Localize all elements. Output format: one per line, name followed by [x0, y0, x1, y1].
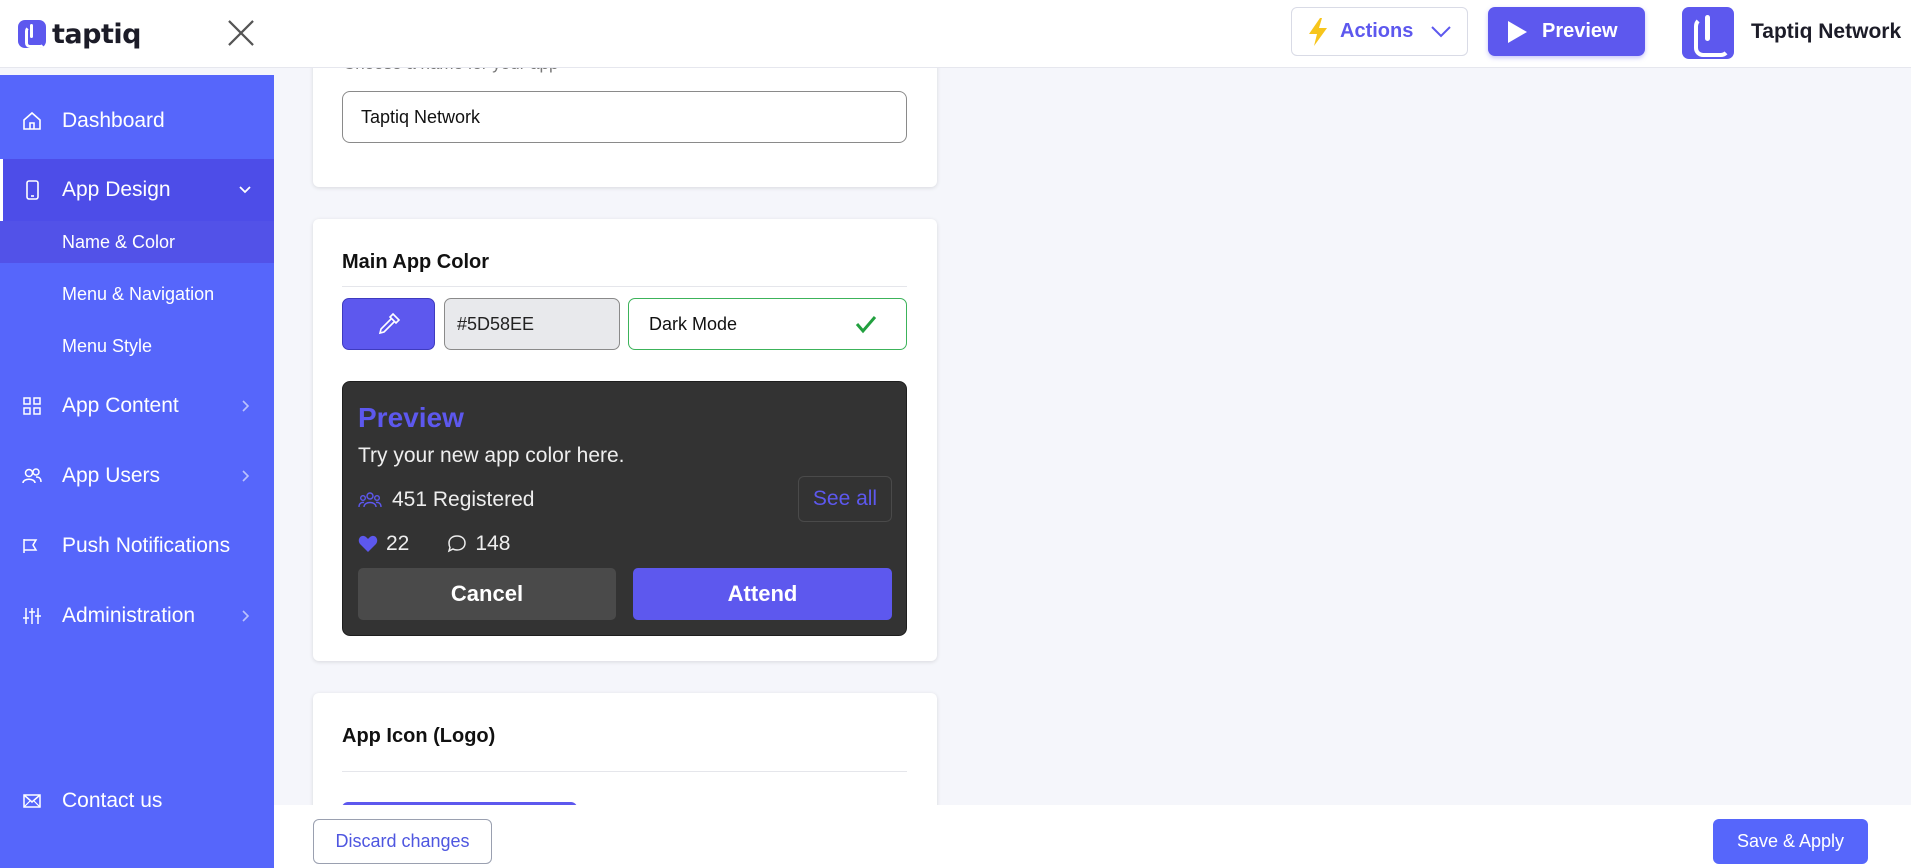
sidebar-item-administration[interactable]: Administration	[0, 585, 274, 647]
checkmark-icon	[855, 316, 877, 334]
mail-icon	[23, 794, 41, 808]
actions-dropdown-button[interactable]: Actions	[1291, 7, 1468, 56]
chevron-right-icon	[242, 610, 250, 622]
likes-count: 22	[386, 532, 410, 555]
comment-icon	[448, 535, 467, 553]
preview-title: Preview	[358, 402, 464, 433]
sliders-icon	[23, 608, 41, 624]
main-color-divider	[342, 286, 907, 287]
sidebar-item-label: App Users	[62, 464, 161, 487]
preview-subtitle: Try your new app color here.	[358, 444, 625, 467]
sidebar-item-app-content[interactable]: App Content	[0, 375, 274, 437]
header-mask	[274, 0, 1911, 68]
sidebar-item-label: Push Notifications	[62, 534, 231, 557]
megaphone-icon	[23, 539, 38, 553]
discard-changes-button[interactable]: Discard changes	[313, 819, 492, 864]
account-avatar[interactable]	[1682, 7, 1734, 59]
preview-label: Preview	[1542, 20, 1618, 42]
sidebar-item-label: Dashboard	[62, 109, 165, 132]
likes-stat: 22	[358, 532, 409, 556]
sidebar-item-app-design[interactable]: App Design	[0, 159, 274, 221]
preview-stats: 22 148	[358, 532, 548, 556]
sidebar-subitem-menu-navigation[interactable]: Menu & Navigation	[0, 273, 274, 315]
actions-label: Actions	[1340, 20, 1414, 42]
registered-count: 451 Registered	[358, 488, 534, 512]
home-icon	[23, 111, 41, 130]
app-icon-title: App Icon (Logo)	[342, 725, 496, 747]
sidebar-item-dashboard[interactable]: Dashboard	[0, 90, 274, 152]
logo-text: taptiq	[52, 18, 141, 50]
grid-icon	[23, 397, 41, 415]
sidebar-item-label: App Content	[62, 394, 179, 417]
dark-mode-toggle[interactable]: Dark Mode	[628, 298, 907, 350]
close-sidebar-button[interactable]	[224, 16, 258, 50]
chevron-right-icon	[242, 400, 250, 412]
footer-bar	[274, 805, 1911, 868]
registered-label: 451 Registered	[392, 488, 535, 511]
chevron-down-icon	[239, 186, 251, 194]
close-icon	[228, 20, 254, 46]
app-icon-divider	[342, 771, 907, 772]
chevron-right-icon	[242, 470, 250, 482]
sidebar: Dashboard App Design Name & Color Menu &…	[0, 75, 274, 868]
color-preview-panel: Preview Try your new app color here. 451…	[342, 381, 907, 636]
preview-attend-button[interactable]: Attend	[633, 568, 892, 620]
preview-button[interactable]: Preview	[1488, 7, 1645, 56]
phone-icon	[26, 180, 39, 200]
lightning-icon	[1309, 17, 1327, 46]
sidebar-subitem-label: Menu Style	[62, 335, 153, 356]
comments-stat: 148	[447, 532, 510, 556]
hex-color-input[interactable]	[444, 298, 620, 350]
app-name-input[interactable]	[342, 91, 907, 143]
preview-cancel-button[interactable]: Cancel	[358, 568, 616, 620]
color-picker-button[interactable]	[342, 298, 435, 350]
account-name[interactable]: Taptiq Network	[1751, 20, 1901, 44]
sidebar-subitem-name-color[interactable]: Name & Color	[0, 221, 274, 263]
sidebar-item-label: Contact us	[62, 789, 163, 812]
see-all-button[interactable]: See all	[798, 476, 892, 522]
comments-count: 148	[475, 532, 511, 555]
sidebar-item-label: App Design	[62, 178, 171, 201]
sidebar-item-contact-us[interactable]: Contact us	[0, 770, 274, 832]
group-icon	[358, 492, 382, 508]
sidebar-subitem-menu-style[interactable]: Menu Style	[0, 325, 274, 367]
dark-mode-label: Dark Mode	[649, 313, 738, 334]
save-apply-button[interactable]: Save & Apply	[1713, 819, 1868, 864]
sidebar-subitem-label: Name & Color	[62, 231, 176, 252]
users-icon	[22, 468, 42, 484]
sidebar-item-push-notifications[interactable]: Push Notifications	[0, 515, 274, 577]
heart-icon	[358, 535, 378, 552]
eyedropper-icon	[378, 312, 400, 335]
logo-mark-icon	[18, 20, 46, 48]
sidebar-item-label: Administration	[62, 604, 196, 627]
chevron-down-icon	[1431, 25, 1451, 37]
play-icon	[1508, 20, 1527, 43]
sidebar-subitem-label: Menu & Navigation	[62, 283, 215, 304]
main-color-title: Main App Color	[342, 251, 490, 273]
sidebar-item-app-users[interactable]: App Users	[0, 445, 274, 507]
taptiq-logo[interactable]: taptiq	[18, 18, 141, 50]
